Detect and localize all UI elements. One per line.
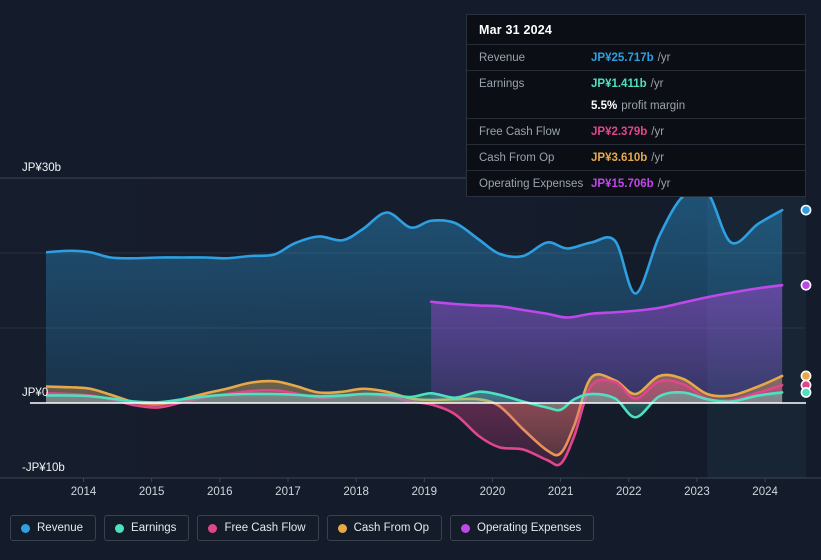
tooltip-row: 5.5% profit margin bbox=[467, 96, 805, 118]
y-axis-tick-label: -JP¥10b bbox=[22, 462, 65, 474]
end-marker-cash-from-op[interactable] bbox=[800, 370, 812, 382]
legend-color-dot-icon bbox=[21, 523, 30, 533]
tooltip-row: Free Cash Flow JP¥2.379b/yr bbox=[467, 118, 805, 144]
tooltip-row-value: JP¥3.610b bbox=[591, 151, 648, 164]
tooltip-row-unit: /yr bbox=[650, 77, 664, 90]
chart-tooltip: Mar 31 2024 Revenue JP¥25.717b/yr Earnings… bbox=[466, 14, 806, 197]
tooltip-row: Revenue JP¥25.717b/yr bbox=[467, 44, 805, 70]
legend-color-dot-icon bbox=[337, 523, 347, 533]
x-axis-tick-label: 2023 bbox=[684, 486, 710, 498]
x-axis-tick-label: 2020 bbox=[480, 486, 506, 498]
legend-item-label: Operating Expenses bbox=[477, 522, 582, 534]
legend-color-dot-icon bbox=[461, 523, 471, 533]
tooltip-row-value: JP¥25.717b bbox=[591, 51, 654, 64]
end-marker-revenue[interactable] bbox=[800, 204, 812, 216]
tooltip-row-unit: /yr bbox=[657, 177, 671, 190]
tooltip-row-unit: /yr bbox=[651, 151, 665, 164]
legend-item-cash-from-op[interactable]: Cash From Op bbox=[326, 515, 443, 541]
end-marker-operating-expenses[interactable] bbox=[800, 279, 812, 291]
tooltip-row-label: Operating Expenses bbox=[479, 177, 584, 190]
tooltip-row-label: Free Cash Flow bbox=[479, 125, 561, 138]
tooltip-row-unit: /yr bbox=[651, 125, 665, 138]
legend-item-label: Free Cash Flow bbox=[224, 522, 306, 534]
tooltip-row-label: Earnings bbox=[479, 77, 525, 90]
financial-chart-page: JP¥30b JP¥0 -JP¥10b 2014 2015 2016 2017 2018 201… bbox=[0, 0, 821, 560]
tooltip-row-value: JP¥15.706b bbox=[591, 177, 654, 190]
tooltip-date: Mar 31 2024 bbox=[479, 23, 553, 37]
legend-item-revenue[interactable]: Revenue bbox=[10, 515, 97, 541]
legend-item-label: Earnings bbox=[131, 522, 177, 534]
tooltip-row-label: Revenue bbox=[479, 51, 526, 64]
tooltip-row: Cash From Op JP¥3.610b/yr bbox=[467, 144, 805, 170]
y-axis-tick-label: JP¥30b bbox=[22, 162, 61, 174]
legend-item-operating-expenses[interactable]: Operating Expenses bbox=[450, 515, 595, 541]
chart-legend[interactable]: Revenue Earnings Free Cash Flow Cash From O… bbox=[10, 515, 595, 541]
legend-item-label: Cash From Op bbox=[353, 522, 430, 534]
tooltip-row-value: JP¥1.411b bbox=[591, 77, 647, 90]
x-axis-tick-label: 2022 bbox=[616, 486, 642, 498]
x-axis-labels: 2014 2015 2016 2017 2018 2019 2020 2021 2022 2023… bbox=[71, 478, 778, 498]
x-axis-tick-label: 2024 bbox=[752, 486, 778, 498]
tooltip-row-label: Cash From Op bbox=[479, 151, 555, 164]
legend-color-dot-icon bbox=[208, 523, 218, 533]
x-axis-tick-label: 2015 bbox=[139, 486, 165, 498]
y-axis-tick-label: JP¥0 bbox=[22, 387, 48, 399]
tooltip-row-value: 5.5% bbox=[591, 99, 618, 112]
x-axis-tick-label: 2016 bbox=[207, 486, 233, 498]
tooltip-row-value: JP¥2.379b bbox=[591, 125, 648, 138]
legend-item-earnings[interactable]: Earnings bbox=[104, 515, 190, 541]
tooltip-row: Operating Expenses JP¥15.706b/yr bbox=[467, 170, 805, 196]
x-axis-tick-label: 2017 bbox=[275, 486, 301, 498]
x-axis-tick-label: 2019 bbox=[411, 486, 437, 498]
tooltip-row-unit: profit margin bbox=[621, 99, 686, 112]
tooltip-row: Earnings JP¥1.411b/yr bbox=[467, 70, 805, 96]
tooltip-row-unit: /yr bbox=[657, 51, 671, 64]
legend-color-dot-icon bbox=[115, 523, 125, 533]
x-axis-tick-label: 2014 bbox=[71, 486, 97, 498]
tooltip-rows: Revenue JP¥25.717b/yr Earnings JP¥1.411b/yr… bbox=[467, 44, 805, 196]
x-axis-tick-label: 2021 bbox=[548, 486, 574, 498]
x-axis-tick-label: 2018 bbox=[343, 486, 369, 498]
legend-item-label: Revenue bbox=[37, 522, 84, 534]
end-marker-earnings[interactable] bbox=[800, 387, 812, 398]
legend-item-free-cash-flow[interactable]: Free Cash Flow bbox=[197, 515, 319, 541]
